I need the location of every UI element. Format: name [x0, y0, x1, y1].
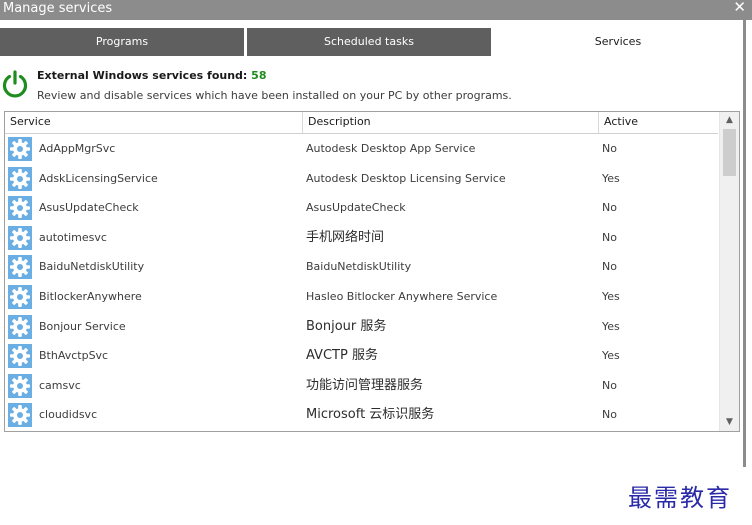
gear-icon — [8, 166, 32, 191]
tab-scheduled-tasks[interactable]: Scheduled tasks — [247, 28, 491, 56]
service-active: No — [602, 201, 617, 215]
services-found-label: External Windows services found: — [37, 69, 248, 82]
window-title: Manage services — [3, 1, 113, 16]
service-description: Microsoft 云标识服务 — [306, 407, 435, 423]
watermark: 最需教育 — [628, 484, 732, 512]
gear-icon — [8, 403, 32, 428]
table-row[interactable]: BitlockerAnywhere Hasleo Bitlocker Anywh… — [5, 282, 718, 312]
service-active: Yes — [602, 171, 620, 185]
service-active: Yes — [602, 319, 620, 333]
tab-services[interactable]: Services — [493, 28, 743, 56]
close-icon[interactable]: ✕ — [733, 0, 746, 16]
service-active: No — [602, 230, 617, 244]
table-body: AdAppMgrSvc Autodesk Desktop App Service… — [5, 134, 718, 430]
table-row[interactable]: BthAvctpSvc AVCTP 服务 Yes — [5, 341, 718, 371]
service-description: AVCTP 服务 — [306, 348, 378, 364]
services-description: Review and disable services which have b… — [37, 89, 512, 102]
service-description: 手机网络时间 — [306, 229, 385, 245]
gear-icon — [8, 373, 32, 398]
scroll-down-icon[interactable]: ▼ — [720, 414, 739, 431]
gear-icon — [8, 314, 32, 339]
services-summary: External Windows services found: 58 Revi… — [0, 64, 743, 104]
service-description: Autodesk Desktop App Service — [306, 142, 476, 155]
service-name: BitlockerAnywhere — [39, 289, 142, 303]
services-table: Service Description Active AdAppMgrSvc A… — [4, 111, 740, 432]
table-row[interactable]: Bonjour Service Bonjour 服务 Yes — [5, 312, 718, 342]
service-name: camsvc — [39, 378, 81, 392]
service-description: 功能访问管理器服务 — [306, 377, 424, 393]
title-bar: Manage services ✕ — [0, 0, 752, 20]
table-header: Service Description Active — [5, 112, 718, 134]
service-active: Yes — [602, 349, 620, 363]
service-description: AsusUpdateCheck — [306, 201, 406, 215]
gear-icon — [8, 284, 32, 309]
service-active: No — [602, 142, 617, 155]
gear-icon — [8, 344, 32, 369]
service-name: BaiduNetdiskUtility — [39, 260, 145, 274]
table-row[interactable]: AsusUpdateCheck AsusUpdateCheck No — [5, 193, 718, 223]
service-active: No — [602, 378, 617, 392]
gear-icon — [8, 255, 32, 280]
table-row[interactable]: AdskLicensingService Autodesk Desktop Li… — [5, 164, 718, 194]
service-active: Yes — [602, 289, 620, 303]
gear-icon — [8, 137, 32, 161]
table-row[interactable]: camsvc 功能访问管理器服务 No — [5, 371, 718, 401]
column-header-active[interactable]: Active — [598, 112, 718, 133]
service-name: AdskLicensingService — [39, 171, 158, 185]
table-row[interactable]: AdAppMgrSvc Autodesk Desktop App Service… — [5, 134, 718, 164]
service-description: Hasleo Bitlocker Anywhere Service — [306, 289, 498, 303]
column-header-description[interactable]: Description — [302, 112, 598, 133]
service-active: No — [602, 260, 617, 274]
table-row[interactable]: BaiduNetdiskUtility BaiduNetdiskUtility … — [5, 252, 718, 282]
service-active: No — [602, 408, 617, 422]
service-name: cloudidsvc — [39, 408, 98, 422]
service-name: AsusUpdateCheck — [39, 201, 139, 215]
service-name: BthAvctpSvc — [39, 349, 109, 363]
power-icon — [2, 70, 28, 98]
service-name: Bonjour Service — [39, 319, 126, 333]
column-header-service[interactable]: Service — [5, 112, 302, 133]
service-name: AdAppMgrSvc — [39, 142, 116, 155]
tab-programs[interactable]: Programs — [0, 28, 244, 56]
window-right-edge — [743, 20, 752, 525]
services-found-count: 58 — [251, 69, 267, 82]
gear-icon — [8, 196, 32, 221]
service-name: autotimesvc — [39, 230, 107, 244]
scroll-up-icon[interactable]: ▲ — [720, 112, 739, 129]
table-row[interactable]: cloudidsvc Microsoft 云标识服务 No — [5, 400, 718, 430]
service-description: Autodesk Desktop Licensing Service — [306, 171, 506, 185]
service-description: BaiduNetdiskUtility — [306, 260, 412, 274]
tab-bar: Programs Scheduled tasks Services — [0, 28, 743, 56]
table-row[interactable]: autotimesvc 手机网络时间 No — [5, 223, 718, 253]
table-scrollbar[interactable]: ▲ ▼ — [719, 112, 739, 431]
services-found-line: External Windows services found: 58 — [37, 69, 266, 82]
scroll-thumb[interactable] — [723, 129, 736, 176]
service-description: Bonjour 服务 — [306, 318, 387, 334]
gear-icon — [8, 225, 32, 250]
